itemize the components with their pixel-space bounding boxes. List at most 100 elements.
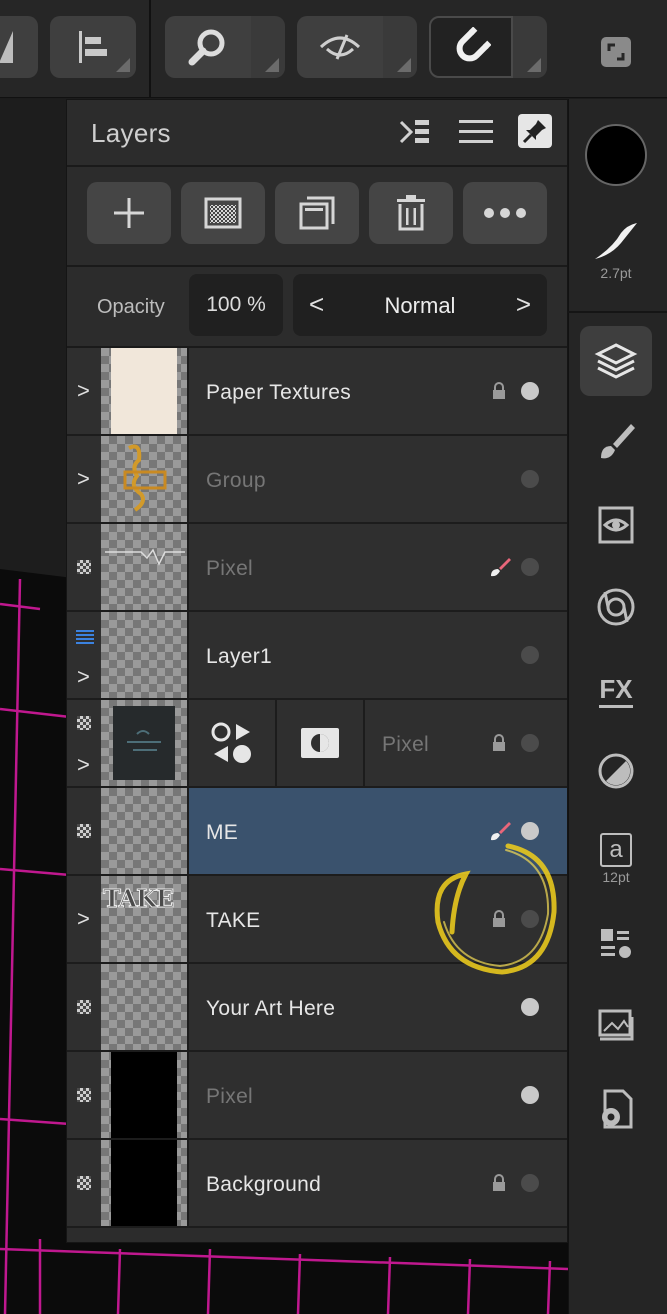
layers-studio-button[interactable]	[580, 326, 652, 396]
opacity-label: Opacity	[97, 296, 165, 318]
group-layers-button[interactable]	[275, 182, 359, 244]
annotation-circle	[434, 843, 557, 975]
ellipsis-icon	[484, 208, 526, 218]
navigator-studio-button[interactable]	[580, 490, 652, 560]
group-icon	[299, 196, 335, 230]
panel-menu-icon[interactable]	[459, 118, 493, 151]
layer-name: Group	[206, 469, 266, 492]
expand-icon[interactable]	[596, 32, 636, 72]
layer-name: Background	[206, 1173, 322, 1196]
settings-studio-button[interactable]	[580, 1074, 652, 1144]
layer-thumbnail	[101, 964, 189, 1050]
blend-mode-selector[interactable]: < Normal >	[293, 274, 547, 336]
brush-size-label: 2.7pt	[600, 265, 632, 281]
visibility-dot[interactable]	[521, 558, 539, 576]
eye-slash-icon	[319, 34, 361, 60]
expand-chevron-icon[interactable]: >	[77, 906, 90, 932]
pin-icon[interactable]	[518, 114, 552, 148]
lock-icon[interactable]	[492, 734, 506, 752]
layer-name: Pixel	[382, 733, 430, 756]
character-studio-button[interactable]: a 12pt	[580, 820, 652, 898]
visibility-dot[interactable]	[521, 1086, 539, 1104]
opacity-field[interactable]: 100 %	[189, 274, 283, 336]
visibility-dot[interactable]	[521, 646, 539, 664]
zoom-button[interactable]	[165, 16, 251, 78]
expand-chevron-icon[interactable]: >	[77, 752, 90, 778]
photo-stack-icon	[598, 1009, 634, 1041]
align-button[interactable]	[50, 16, 136, 78]
visibility-dot[interactable]	[521, 470, 539, 488]
layer-name: ME	[206, 821, 239, 844]
mask-cell[interactable]	[277, 700, 365, 786]
collapse-panel-icon[interactable]	[397, 116, 433, 153]
visibility-dot[interactable]	[521, 1174, 539, 1192]
color-swatch[interactable]	[580, 118, 652, 192]
shape-tool-button[interactable]	[0, 16, 38, 78]
pixel-layer-type-icon	[77, 824, 91, 838]
visibility-dot[interactable]	[521, 998, 539, 1016]
lock-icon[interactable]	[492, 382, 506, 400]
view-button[interactable]	[297, 16, 383, 78]
paintbrush-icon	[491, 558, 511, 577]
layer-name: TAKE	[206, 909, 261, 932]
thumbnail-text: TAKE	[102, 884, 174, 914]
aperture-icon	[597, 588, 635, 626]
paintbrush-icon	[601, 424, 635, 459]
layer-row[interactable]: > Group	[67, 436, 567, 524]
delete-layer-button[interactable]	[369, 182, 453, 244]
visibility-dot[interactable]	[521, 734, 539, 752]
blend-next-button[interactable]: >	[516, 289, 531, 320]
layer-thumbnail	[101, 524, 189, 610]
zoom-options[interactable]	[251, 16, 285, 78]
adjustment-lines-icon	[76, 630, 94, 644]
top-toolbar	[0, 0, 667, 98]
triangle-icon	[0, 31, 13, 63]
color-wheel-icon	[598, 753, 634, 789]
live-filter-cell[interactable]	[189, 700, 277, 786]
layer-row[interactable]: > Layer1	[67, 612, 567, 700]
expand-chevron-icon[interactable]: >	[77, 466, 90, 492]
layer-thumbnail	[101, 612, 189, 698]
layers-icon	[594, 343, 638, 379]
expand-chevron-icon[interactable]: >	[77, 378, 90, 404]
panel-title: Layers	[91, 118, 171, 148]
brush-size-control[interactable]: 2.7pt	[580, 205, 652, 295]
add-pixel-layer-button[interactable]	[181, 182, 265, 244]
paragraph-studio-button[interactable]	[580, 908, 652, 978]
visibility-dot[interactable]	[521, 382, 539, 400]
expand-chevron-icon[interactable]: >	[77, 664, 90, 690]
adjustments-studio-button[interactable]	[580, 572, 652, 642]
brushes-studio-button[interactable]	[580, 406, 652, 476]
lock-icon[interactable]	[492, 1174, 506, 1192]
snapping-button[interactable]	[429, 16, 513, 78]
effects-studio-button[interactable]: FX	[580, 656, 652, 726]
shapes-icon	[211, 722, 251, 763]
layer-thumbnail	[101, 788, 189, 874]
trash-icon	[397, 195, 425, 231]
text-icon: a	[600, 833, 632, 867]
view-options[interactable]	[383, 16, 417, 78]
list-icon	[601, 929, 631, 958]
pixel-layer-type-icon	[77, 716, 91, 730]
pixel-layer-icon	[204, 197, 242, 229]
layer-row[interactable]: Pixel	[67, 1052, 567, 1140]
layer-row[interactable]: Background	[67, 1140, 567, 1228]
snapping-options[interactable]	[513, 16, 547, 78]
add-layer-button[interactable]	[87, 182, 171, 244]
fx-icon: FX	[599, 674, 633, 708]
mask-icon	[301, 728, 339, 758]
magnet-icon	[456, 27, 491, 62]
layer-row[interactable]: > Paper Textures	[67, 348, 567, 436]
layer-row[interactable]: Pixel	[67, 524, 567, 612]
color-studio-button[interactable]	[580, 736, 652, 806]
layer-thumbnail	[101, 348, 189, 434]
pixel-layer-type-icon	[77, 1000, 91, 1014]
pixel-layer-type-icon	[77, 1088, 91, 1102]
layers-panel: Layers Opacity 100 % < Normal > > Paper …	[66, 99, 568, 1243]
brush-stroke-icon	[595, 223, 637, 259]
layer-thumbnail	[101, 700, 189, 786]
more-options-button[interactable]	[463, 182, 547, 244]
layer-thumbnail	[101, 1140, 189, 1226]
assets-studio-button[interactable]	[580, 990, 652, 1060]
layer-row[interactable]: > Pixel	[67, 700, 567, 788]
